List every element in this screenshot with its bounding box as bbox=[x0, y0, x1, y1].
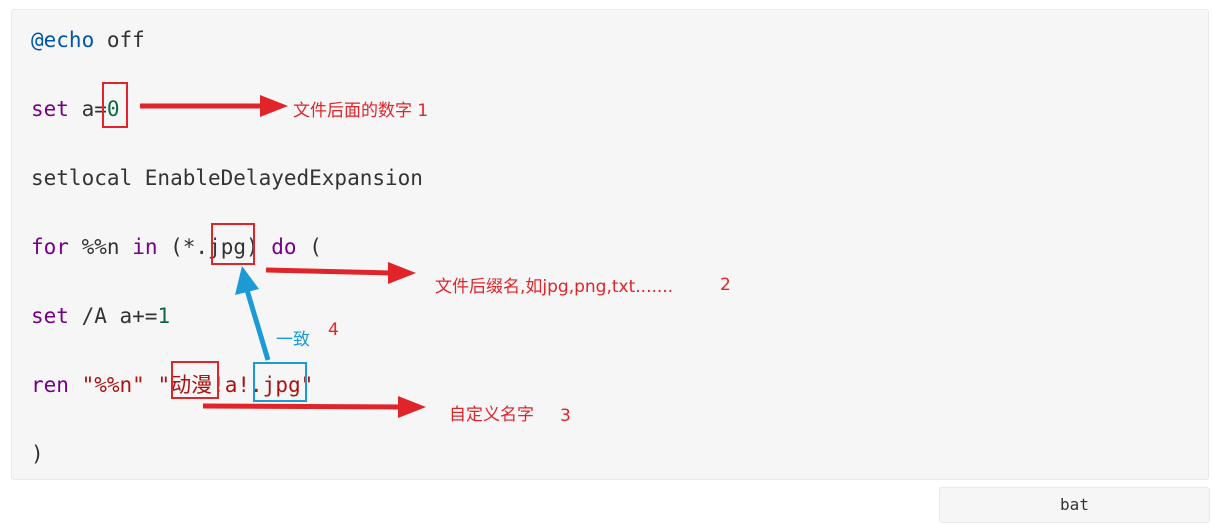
highlight-box-extension bbox=[211, 223, 255, 265]
ren-keyword: ren bbox=[31, 373, 69, 397]
set-keyword: set bbox=[31, 304, 69, 328]
note-extension-index: 2 bbox=[720, 275, 731, 295]
highlight-box-number bbox=[102, 82, 128, 128]
code-line-7: ) bbox=[31, 438, 44, 470]
loop-variable: %%n bbox=[81, 235, 120, 259]
code-block: @echo off set a=0 setlocal EnableDelayed… bbox=[11, 9, 1209, 480]
for-keyword: for bbox=[31, 235, 69, 259]
set-keyword: set bbox=[31, 97, 69, 121]
highlight-box-custom-name bbox=[171, 361, 219, 399]
code-line-5: set /A a+=1 bbox=[31, 300, 170, 332]
close-paren: ) bbox=[31, 442, 44, 466]
note-number: 文件后面的数字 1 bbox=[293, 101, 429, 121]
increment-expr: /A a+= bbox=[68, 304, 158, 328]
note-consistent: 一致 bbox=[276, 330, 310, 350]
highlight-box-target-extension bbox=[253, 362, 307, 402]
echo-arg: off bbox=[94, 28, 145, 52]
note-custom-name: 自定义名字 bbox=[449, 405, 534, 425]
language-label[interactable]: bat bbox=[939, 487, 1210, 523]
note-extension: 文件后缀名,如jpg,png,txt....... bbox=[435, 277, 674, 297]
open-paren: ( bbox=[296, 235, 322, 259]
increment-number: 1 bbox=[157, 304, 171, 328]
source-name-string: "%%n" bbox=[81, 373, 145, 397]
code-line-4: for %%n in (*.jpg) do ( bbox=[31, 231, 322, 263]
note-custom-name-index: 3 bbox=[560, 406, 571, 426]
setlocal-statement: setlocal EnableDelayedExpansion bbox=[31, 166, 423, 190]
in-keyword: in bbox=[132, 235, 158, 259]
do-keyword: do bbox=[271, 235, 297, 259]
code-line-1: @echo off bbox=[31, 24, 145, 56]
code-line-3: setlocal EnableDelayedExpansion bbox=[31, 162, 423, 194]
note-consistent-index: 4 bbox=[328, 320, 339, 340]
echo-directive: @echo bbox=[31, 28, 95, 52]
